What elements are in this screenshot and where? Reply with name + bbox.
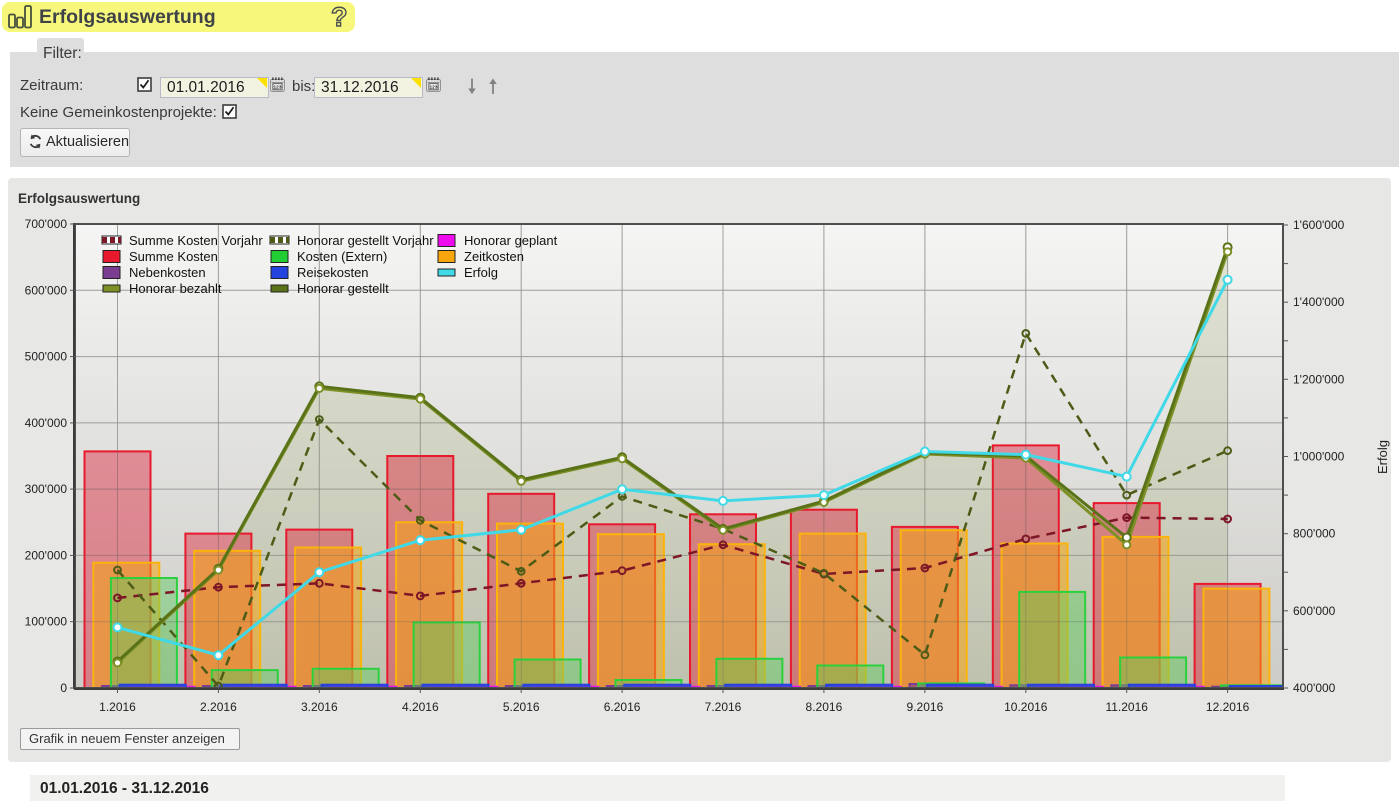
svg-text:0: 0: [60, 681, 67, 695]
svg-text:9.2016: 9.2016: [907, 700, 944, 714]
svg-text:Reisekosten: Reisekosten: [297, 265, 369, 280]
svg-text:Summe Kosten: Summe Kosten: [129, 249, 218, 264]
svg-text:Honorar gestellt: Honorar gestellt: [297, 281, 389, 296]
svg-text:400'000: 400'000: [1293, 681, 1336, 695]
svg-text:Kosten (Extern): Kosten (Extern): [297, 249, 387, 264]
svg-text:5.2016: 5.2016: [503, 700, 540, 714]
svg-text:12.2016: 12.2016: [1206, 700, 1250, 714]
svg-text:200'000: 200'000: [25, 548, 68, 562]
svg-text:800'000: 800'000: [1293, 527, 1336, 541]
svg-text:1'600'000: 1'600'000: [1293, 218, 1345, 232]
svg-text:100'000: 100'000: [25, 615, 68, 629]
svg-text:8.2016: 8.2016: [806, 700, 843, 714]
svg-text:500'000: 500'000: [25, 350, 68, 364]
svg-text:1'200'000: 1'200'000: [1293, 372, 1345, 386]
svg-text:300'000: 300'000: [25, 482, 68, 496]
svg-text:1'000'000: 1'000'000: [1293, 450, 1345, 464]
svg-text:Honorar geplant: Honorar geplant: [464, 233, 558, 248]
svg-text:6.2016: 6.2016: [604, 700, 641, 714]
svg-text:Honorar gestellt Vorjahr: Honorar gestellt Vorjahr: [297, 233, 434, 248]
svg-text:10.2016: 10.2016: [1004, 700, 1048, 714]
svg-text:7.2016: 7.2016: [705, 700, 742, 714]
svg-text:Honorar bezahlt: Honorar bezahlt: [129, 281, 222, 296]
svg-text:1'400'000: 1'400'000: [1293, 295, 1345, 309]
svg-text:Summe Kosten Vorjahr: Summe Kosten Vorjahr: [129, 233, 263, 248]
svg-text:11.2016: 11.2016: [1105, 700, 1148, 714]
svg-text:2.2016: 2.2016: [200, 700, 237, 714]
svg-text:Erfolg: Erfolg: [1375, 440, 1390, 474]
svg-text:4.2016: 4.2016: [402, 700, 439, 714]
svg-text:Erfolg: Erfolg: [464, 265, 498, 280]
svg-text:1.2016: 1.2016: [99, 700, 136, 714]
svg-text:700'000: 700'000: [25, 217, 68, 231]
svg-text:Nebenkosten: Nebenkosten: [129, 265, 206, 280]
svg-text:Zeitkosten: Zeitkosten: [464, 249, 524, 264]
svg-text:600'000: 600'000: [1293, 604, 1336, 618]
svg-text:600'000: 600'000: [25, 283, 68, 297]
svg-text:400'000: 400'000: [25, 416, 68, 430]
svg-text:3.2016: 3.2016: [301, 700, 338, 714]
